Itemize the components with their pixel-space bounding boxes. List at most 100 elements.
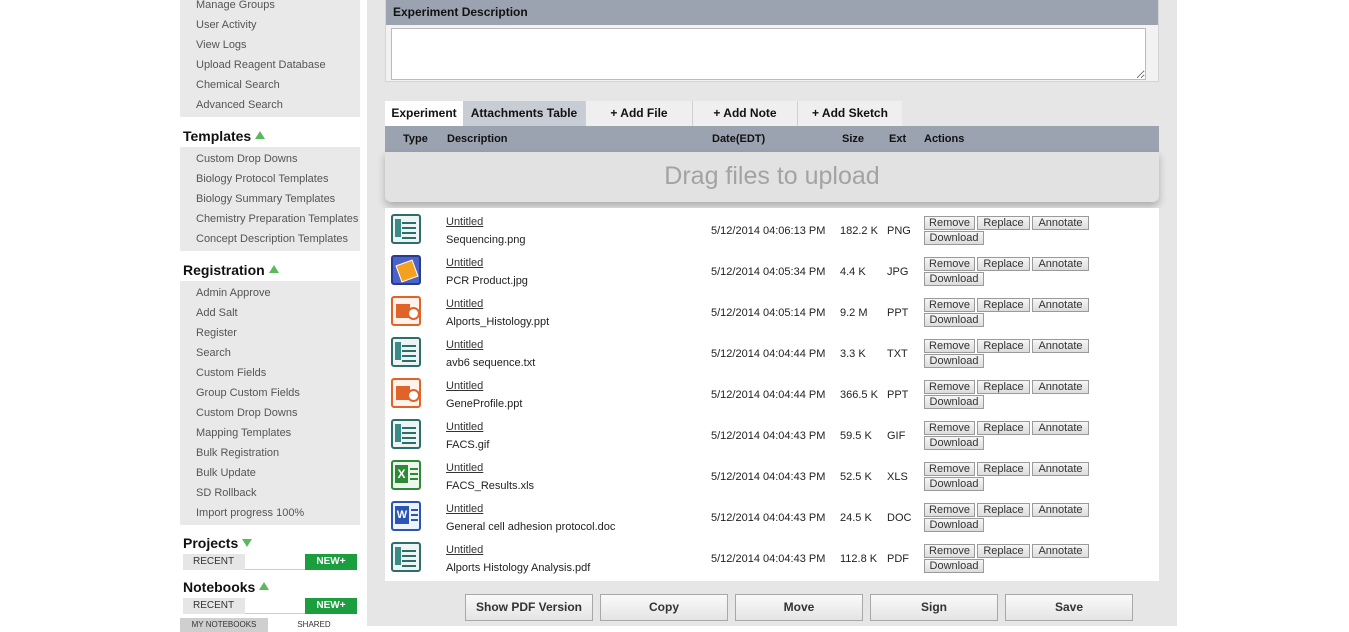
replace-button[interactable]: Replace [977,380,1030,394]
copy-button[interactable]: Copy [600,594,728,621]
description-link[interactable]: Untitled [446,421,483,433]
description-link[interactable]: Untitled [446,462,483,474]
description-link[interactable]: Untitled [446,380,483,392]
download-button[interactable]: Download [924,559,984,573]
menu-item-view-logs[interactable]: View Logs [180,35,360,55]
replace-button[interactable]: Replace [977,298,1030,312]
menu-item-biology-protocol-templates[interactable]: Biology Protocol Templates [180,169,360,189]
sign-button[interactable]: Sign [870,594,998,621]
replace-button[interactable]: Replace [977,257,1030,271]
expand-down-icon[interactable] [242,539,253,548]
powerpoint-icon[interactable] [391,378,421,408]
document-icon[interactable] [391,337,421,367]
document-icon[interactable] [391,214,421,244]
replace-button[interactable]: Replace [977,339,1030,353]
notebooks-section-title[interactable]: Notebooks [180,576,360,598]
menu-item-sd-rollback[interactable]: SD Rollback [180,483,360,503]
powerpoint-icon[interactable] [391,296,421,326]
excel-icon[interactable] [391,460,421,490]
image-icon[interactable] [391,255,421,285]
replace-button[interactable]: Replace [977,421,1030,435]
new-project-button[interactable]: NEW+ [305,554,357,570]
remove-button[interactable]: Remove [924,462,975,476]
download-button[interactable]: Download [924,272,984,286]
annotate-button[interactable]: Annotate [1032,216,1089,230]
file-drop-zone[interactable]: Drag files to upload [385,152,1159,202]
download-button[interactable]: Download [924,436,984,450]
menu-item-custom-fields[interactable]: Custom Fields [180,363,360,383]
templates-section-title[interactable]: Templates [180,125,360,147]
description-link[interactable]: Untitled [446,216,483,228]
replace-button[interactable]: Replace [977,503,1030,517]
annotate-button[interactable]: Annotate [1032,298,1089,312]
menu-item-concept-description-templates[interactable]: Concept Description Templates [180,229,360,249]
remove-button[interactable]: Remove [924,544,975,558]
experiment-description-input[interactable] [391,28,1146,80]
menu-item-chemistry-preparation-templates[interactable]: Chemistry Preparation Templates [180,209,360,229]
menu-item-advanced-search[interactable]: Advanced Search [180,95,360,115]
menu-item-bulk-registration[interactable]: Bulk Registration [180,443,360,463]
save-button[interactable]: Save [1005,594,1133,621]
word-icon[interactable] [391,501,421,531]
annotate-button[interactable]: Annotate [1032,339,1089,353]
tab-add-sketch[interactable]: + Add Sketch [797,101,902,126]
download-button[interactable]: Download [924,518,984,532]
replace-button[interactable]: Replace [977,216,1030,230]
menu-item-chemical-search[interactable]: Chemical Search [180,75,360,95]
remove-button[interactable]: Remove [924,421,975,435]
annotate-button[interactable]: Annotate [1032,503,1089,517]
description-link[interactable]: Untitled [446,544,483,556]
menu-item-search[interactable]: Search [180,343,360,363]
download-button[interactable]: Download [924,231,984,245]
remove-button[interactable]: Remove [924,380,975,394]
menu-item-custom-drop-downs-reg[interactable]: Custom Drop Downs [180,403,360,423]
show-pdf-version-button[interactable]: Show PDF Version [465,594,593,621]
expand-up-icon[interactable] [255,131,266,140]
menu-item-add-salt[interactable]: Add Salt [180,303,360,323]
document-icon[interactable] [391,542,421,572]
description-link[interactable]: Untitled [446,298,483,310]
replace-button[interactable]: Replace [977,544,1030,558]
annotate-button[interactable]: Annotate [1032,544,1089,558]
menu-item-mapping-templates[interactable]: Mapping Templates [180,423,360,443]
replace-button[interactable]: Replace [977,462,1030,476]
annotate-button[interactable]: Annotate [1032,257,1089,271]
move-button[interactable]: Move [735,594,863,621]
tab-shared[interactable]: SHARED [268,618,360,632]
annotate-button[interactable]: Annotate [1032,462,1089,476]
menu-item-user-activity[interactable]: User Activity [180,15,360,35]
description-link[interactable]: Untitled [446,257,483,269]
remove-button[interactable]: Remove [924,298,975,312]
download-button[interactable]: Download [924,477,984,491]
tab-add-file[interactable]: + Add File [585,101,692,126]
download-button[interactable]: Download [924,354,984,368]
menu-item-admin-approve[interactable]: Admin Approve [180,283,360,303]
expand-up-icon[interactable] [259,582,270,591]
projects-recent-button[interactable]: RECENT [183,554,245,570]
tab-add-note[interactable]: + Add Note [692,101,797,126]
menu-item-upload-reagent-database[interactable]: Upload Reagent Database [180,55,360,75]
annotate-button[interactable]: Annotate [1032,421,1089,435]
remove-button[interactable]: Remove [924,257,975,271]
description-link[interactable]: Untitled [446,339,483,351]
description-link[interactable]: Untitled [446,503,483,515]
tab-experiment[interactable]: Experiment [385,101,463,126]
menu-item-register[interactable]: Register [180,323,360,343]
tab-my-notebooks[interactable]: MY NOTEBOOKS [180,618,268,632]
remove-button[interactable]: Remove [924,503,975,517]
tab-attachments-table[interactable]: Attachments Table [463,101,585,126]
expand-up-icon[interactable] [268,265,279,274]
menu-item-bulk-update[interactable]: Bulk Update [180,463,360,483]
download-button[interactable]: Download [924,395,984,409]
document-icon[interactable] [391,419,421,449]
menu-item-custom-drop-downs[interactable]: Custom Drop Downs [180,149,360,169]
download-button[interactable]: Download [924,313,984,327]
menu-item-biology-summary-templates[interactable]: Biology Summary Templates [180,189,360,209]
registration-section-title[interactable]: Registration [180,259,360,281]
menu-item-manage-groups[interactable]: Manage Groups [180,0,360,15]
remove-button[interactable]: Remove [924,339,975,353]
new-notebook-button[interactable]: NEW+ [305,598,357,614]
remove-button[interactable]: Remove [924,216,975,230]
projects-section-title[interactable]: Projects [180,532,360,554]
menu-item-group-custom-fields[interactable]: Group Custom Fields [180,383,360,403]
